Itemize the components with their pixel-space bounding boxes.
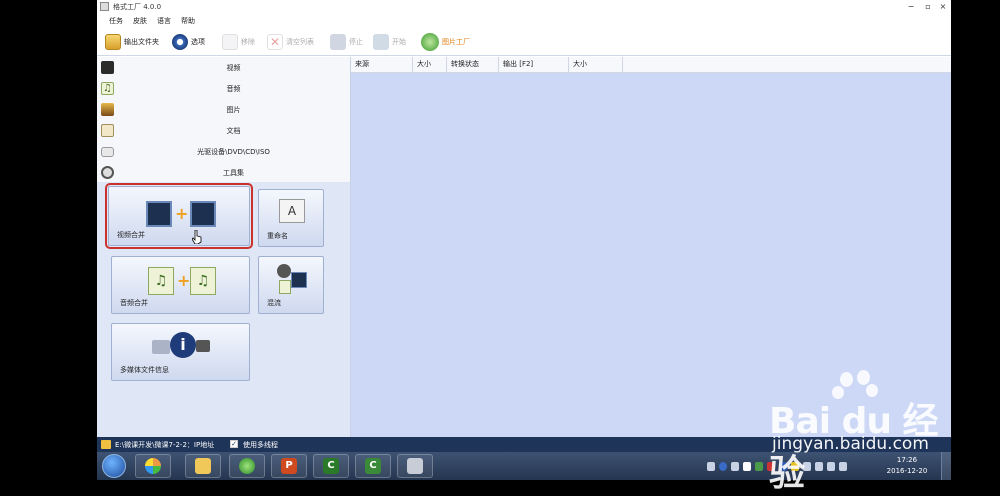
title-bar: 格式工厂 4.0.0 − ▫ × <box>97 0 951 14</box>
category-document[interactable]: 文档 <box>97 121 350 141</box>
tool-video-merge[interactable]: + 视频合并 <box>105 183 253 249</box>
tray-shield-icon[interactable] <box>755 461 763 471</box>
taskbar-ie[interactable] <box>229 454 265 478</box>
column-source[interactable]: 来源 <box>351 57 413 72</box>
powerpoint-icon: P <box>281 458 297 474</box>
remove-button[interactable]: 移除 <box>222 33 255 51</box>
task-list-header: 来源 大小 转换状态 输出 [F2] 大小 <box>351 57 951 73</box>
category-toolbox[interactable]: 工具集 <box>97 163 350 183</box>
options-icon <box>172 34 188 50</box>
options-button[interactable]: 选项 <box>172 33 205 51</box>
taskbar-camtasia-2[interactable]: C <box>355 454 391 478</box>
taskbar-explorer[interactable] <box>185 454 221 478</box>
format-factory-icon <box>407 458 423 474</box>
start-button[interactable] <box>102 454 126 478</box>
minimize-button[interactable]: − <box>903 1 919 13</box>
menu-task[interactable]: 任务 <box>109 16 123 26</box>
output-folder-button[interactable]: 输出文件夹 <box>105 33 159 51</box>
audio-icon: ♫ <box>101 82 114 95</box>
column-size[interactable]: 大小 <box>413 57 447 72</box>
browser-icon <box>239 458 255 474</box>
tray-mic-icon[interactable] <box>731 461 739 471</box>
folder-icon <box>195 458 211 474</box>
category-disc[interactable]: 光驱设备\DVD\CD\ISO <box>97 142 350 162</box>
category-audio[interactable]: ♫ 音频 <box>97 79 350 99</box>
video-icon <box>101 61 114 74</box>
rename-icon: A <box>279 199 305 223</box>
column-output[interactable]: 输出 [F2] <box>499 57 569 72</box>
app-icon <box>145 458 161 474</box>
toolbox-icon <box>101 166 114 179</box>
paw-icon <box>857 370 870 385</box>
output-path: E:\微课开发\微课7-2-2：IP地址 <box>115 441 215 449</box>
app-icon <box>100 2 109 11</box>
remove-icon <box>222 34 238 50</box>
tray-info-icon[interactable] <box>743 461 751 471</box>
window-title: 格式工厂 4.0.0 <box>113 3 162 11</box>
multithread-label: 使用多线程 <box>243 441 278 449</box>
stop-icon <box>330 34 346 50</box>
category-video[interactable]: 视频 <box>97 58 350 78</box>
stop-button[interactable]: 停止 <box>330 33 363 51</box>
media-info-icon: i <box>152 332 212 360</box>
tool-mux[interactable]: 混流 <box>258 256 324 314</box>
menu-skin[interactable]: 皮肤 <box>133 16 147 26</box>
tool-media-info[interactable]: i 多媒体文件信息 <box>111 323 250 381</box>
menu-bar: 任务 皮肤 语言 帮助 <box>97 15 951 27</box>
clear-list-button[interactable]: ✕ 清空列表 <box>267 33 314 51</box>
folder-icon <box>105 34 121 50</box>
tool-audio-merge[interactable]: ♫ + ♫ 音频合并 <box>111 256 250 314</box>
taskbar-powerpoint[interactable]: P <box>271 454 307 478</box>
document-icon <box>101 124 114 137</box>
disc-drive-icon <box>101 147 114 157</box>
multithread-checkbox[interactable]: ✓ <box>230 440 238 448</box>
paw-icon <box>840 372 853 387</box>
tools-panel: + 视频合并 A 重命名 ♫ + ♫ 音频合并 混流 i 多媒体文件信息 <box>97 182 350 437</box>
taskbar-camtasia-1[interactable]: C <box>313 454 349 478</box>
baidu-jingyan-watermark: Bai du 经验 jingyan.baidu.com <box>764 370 950 494</box>
menu-language[interactable]: 语言 <box>157 16 171 26</box>
camtasia-icon: C <box>323 458 339 474</box>
column-output-size[interactable]: 大小 <box>569 57 623 72</box>
camtasia-icon: C <box>365 458 381 474</box>
video-merge-icon: + <box>146 201 216 227</box>
watermark-url: jingyan.baidu.com <box>772 434 929 454</box>
folder-icon <box>101 440 111 449</box>
mux-icon <box>277 264 307 294</box>
picture-factory-button[interactable]: 图片工厂 <box>421 33 470 51</box>
tray-help-icon[interactable] <box>719 461 727 471</box>
sidebar: 视频 ♫ 音频 图片 文档 光驱设备\DVD\CD\ISO 工具集 + 视频合并… <box>97 57 351 437</box>
toolbar: 输出文件夹 选项 移除 ✕ 清空列表 停止 开始 图片工厂 <box>97 29 951 56</box>
tool-rename[interactable]: A 重命名 <box>258 189 324 247</box>
taskbar-app-1[interactable] <box>135 454 171 478</box>
column-status[interactable]: 转换状态 <box>447 57 499 72</box>
close-button[interactable]: × <box>935 1 951 13</box>
audio-merge-icon: ♫ + ♫ <box>148 267 216 295</box>
hand-cursor-icon <box>192 230 202 244</box>
taskbar-format-factory[interactable] <box>397 454 433 478</box>
picture-icon <box>101 103 114 116</box>
maximize-button[interactable]: ▫ <box>920 1 936 13</box>
menu-help[interactable]: 帮助 <box>181 16 195 26</box>
picture-factory-icon <box>421 33 439 51</box>
category-picture[interactable]: 图片 <box>97 100 350 120</box>
clear-list-icon: ✕ <box>267 34 283 50</box>
start-button[interactable]: 开始 <box>373 33 406 51</box>
start-icon <box>373 34 389 50</box>
tray-keyboard-icon[interactable] <box>707 461 715 471</box>
